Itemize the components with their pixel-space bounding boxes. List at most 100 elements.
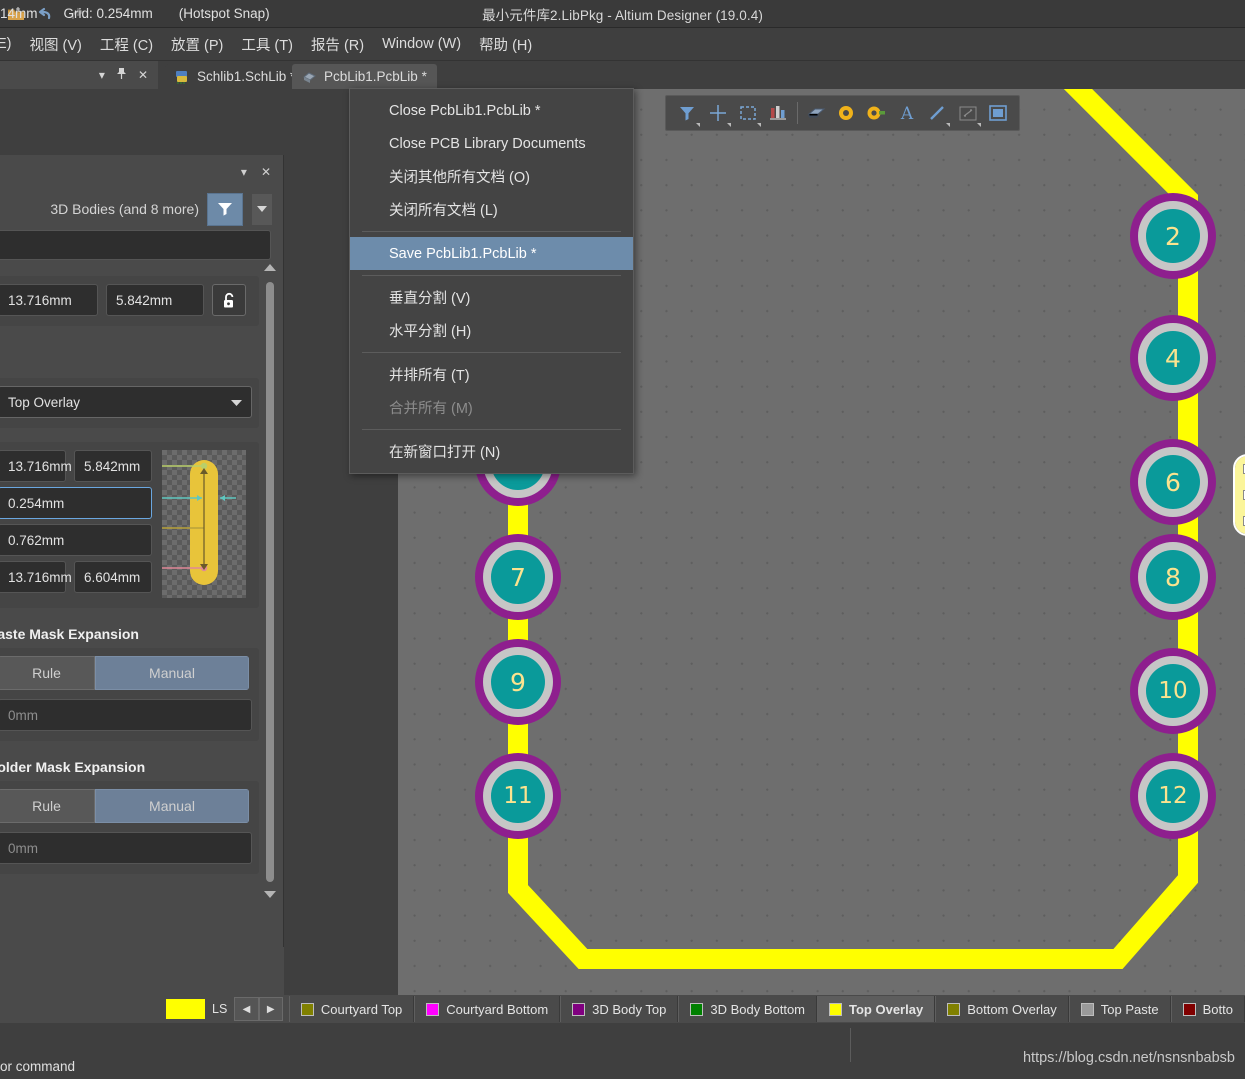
corner-radius-field[interactable]: 0.254mm: [0, 487, 152, 519]
pad-ring: 9: [483, 647, 553, 717]
search-input[interactable]: [0, 230, 271, 260]
line-tool-button[interactable]: [922, 98, 952, 128]
layer-prev-button[interactable]: ◀: [234, 997, 259, 1021]
menu-close-all-documents[interactable]: 关闭所有文档 (L): [350, 193, 633, 226]
pad-4[interactable]: 4: [1130, 315, 1216, 401]
layer-tab-bottom-paste[interactable]: Botto: [1170, 996, 1245, 1022]
layer-tab-3d-body-top[interactable]: 3D Body Top: [560, 996, 679, 1022]
layer-tab-top-overlay[interactable]: Top Overlay: [817, 996, 936, 1022]
paste-mask-mode-toggle[interactable]: Rule Manual: [0, 656, 249, 690]
scroll-down-arrow[interactable]: [264, 891, 276, 898]
funnel-icon: [680, 107, 695, 121]
pad-12[interactable]: 12: [1130, 753, 1216, 839]
hole-size-field[interactable]: 0.762mm: [0, 524, 152, 556]
pad-2[interactable]: 2: [1130, 193, 1216, 279]
panel-close-icon[interactable]: ✕: [138, 68, 148, 82]
panel-collapse-icon[interactable]: ▾: [99, 68, 105, 82]
chevron-down-icon: [726, 123, 731, 127]
menu-split-horizontal[interactable]: 水平分割 (H): [350, 314, 633, 347]
pad-10[interactable]: 10: [1130, 648, 1216, 734]
menu-item-window[interactable]: Window (W): [373, 33, 470, 55]
properties-collapse-icon[interactable]: ▾: [241, 165, 247, 179]
toolbar-separator: [796, 102, 798, 124]
pad-9[interactable]: 9: [475, 639, 561, 725]
solder-mask-manual-button[interactable]: Manual: [95, 789, 249, 823]
line-icon: [930, 106, 944, 120]
filter-tool-button[interactable]: [672, 98, 702, 128]
scroll-up-arrow[interactable]: [264, 264, 276, 271]
menu-item-help[interactable]: 帮助 (H): [470, 31, 541, 58]
menu-item-place[interactable]: 放置 (P): [162, 31, 232, 58]
properties-close-icon[interactable]: ✕: [261, 165, 271, 179]
pad-8[interactable]: 8: [1130, 534, 1216, 620]
layer-tab-label: Courtyard Top: [320, 1001, 403, 1017]
pad-designator: 11: [491, 769, 545, 823]
menu-item-project[interactable]: 工程 (C): [91, 31, 162, 58]
menu-item-view[interactable]: 视图 (V): [21, 31, 91, 58]
layer-set-label[interactable]: LS: [205, 1002, 234, 1016]
layer-select[interactable]: Top Overlay: [0, 386, 252, 418]
marquee-select-button[interactable]: [733, 98, 763, 128]
location-x-field[interactable]: 13.716mm: [0, 284, 98, 316]
footprint-tool-button[interactable]: [800, 98, 830, 128]
menu-close-all-other-documents[interactable]: 关闭其他所有文档 (O): [350, 160, 633, 193]
crosshair-icon: [709, 105, 726, 121]
solder-mask-mode-toggle[interactable]: Rule Manual: [0, 789, 249, 823]
properties-scroll-area: 13.716mm 5.842mm Top Overlay 13.716mm 5.…: [0, 260, 283, 920]
pin-icon[interactable]: [116, 67, 127, 83]
menu-close-pcblib[interactable]: Close PcbLib1.PcbLib *: [350, 94, 633, 127]
layer-tab-courtyard-top[interactable]: Courtyard Top: [288, 996, 415, 1022]
layer-next-button[interactable]: ▶: [258, 997, 283, 1021]
layer-tab-courtyard-bottom[interactable]: Courtyard Bottom: [414, 996, 561, 1022]
chevron-down-icon[interactable]: [251, 192, 273, 226]
crosshair-tool-button[interactable]: [702, 98, 732, 128]
watermark: https://blog.csdn.net/nsnsnbabsb: [1022, 1050, 1235, 1066]
region-tool-button[interactable]: [983, 98, 1013, 128]
paste-mask-value-field[interactable]: 0mm: [0, 699, 252, 731]
schematic-library-icon: [175, 69, 190, 84]
unlock-icon[interactable]: [212, 284, 246, 316]
vertical-scrollbar[interactable]: [266, 282, 274, 882]
active-layer-swatch[interactable]: [166, 999, 205, 1019]
component-icon: [770, 106, 787, 120]
layer-tab-bottom-overlay[interactable]: Bottom Overlay: [935, 996, 1069, 1022]
doc-tab-label: PcbLib1.PcbLib *: [324, 69, 427, 84]
offset-y-field[interactable]: 6.604mm: [74, 561, 152, 593]
layer-tab-3d-body-bottom[interactable]: 3D Body Bottom: [678, 996, 818, 1022]
doc-tab-pcblib[interactable]: PcbLib1.PcbLib *: [292, 64, 437, 89]
chevron-down-icon: [231, 395, 242, 410]
funnel-icon[interactable]: [207, 192, 243, 226]
paste-mask-manual-button[interactable]: Manual: [95, 656, 249, 690]
menu-item-tools[interactable]: 工具 (T): [232, 31, 302, 58]
pad-11[interactable]: 11: [475, 753, 561, 839]
size-x-field[interactable]: 13.716mm: [0, 450, 72, 482]
pad-7[interactable]: 7: [475, 534, 561, 620]
layer-tab-top-paste[interactable]: Top Paste: [1068, 996, 1171, 1022]
menu-separator: [362, 231, 621, 232]
chevron-down-icon: [696, 123, 701, 127]
location-y-field[interactable]: 5.842mm: [106, 284, 204, 316]
pad-designator: 4: [1146, 331, 1200, 385]
pad-tool-button[interactable]: [861, 98, 891, 128]
doc-tab-schlib[interactable]: Schlib1.SchLib *: [165, 64, 306, 89]
offset-x-field[interactable]: 13.716mm: [0, 561, 72, 593]
selected-pad[interactable]: [1233, 454, 1245, 536]
dimension-tool-button: [952, 98, 982, 128]
via-tool-button[interactable]: [831, 98, 861, 128]
menu-open-in-new-window[interactable]: 在新窗口打开 (N): [350, 435, 633, 468]
size-y-field[interactable]: 5.842mm: [74, 450, 152, 482]
solder-mask-value-field[interactable]: 0mm: [0, 832, 252, 864]
component-tool-button[interactable]: [763, 98, 793, 128]
chevron-down-icon: [976, 123, 981, 127]
solder-mask-rule-button[interactable]: Rule: [0, 789, 95, 823]
pad-6[interactable]: 6: [1130, 439, 1216, 525]
menu-close-pcb-library-documents[interactable]: Close PCB Library Documents: [350, 127, 633, 160]
menu-save-pcblib[interactable]: Save PcbLib1.PcbLib *: [350, 237, 633, 270]
text-tool-button[interactable]: A: [892, 98, 922, 128]
menu-item-edit[interactable]: E): [0, 33, 21, 55]
menu-split-vertical[interactable]: 垂直分割 (V): [350, 281, 633, 314]
menu-tile-all[interactable]: 并排所有 (T): [350, 358, 633, 391]
paste-mask-rule-button[interactable]: Rule: [0, 656, 95, 690]
menu-item-reports[interactable]: 报告 (R): [302, 31, 373, 58]
menu-separator: [362, 429, 621, 430]
